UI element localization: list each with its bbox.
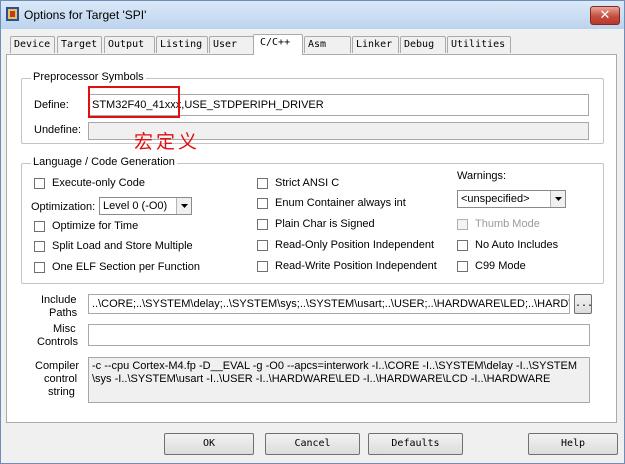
split-load-label: Split Load and Store Multiple bbox=[52, 240, 193, 252]
optimize-time-label: Optimize for Time bbox=[52, 220, 139, 232]
thumb-mode-checkbox[interactable] bbox=[457, 219, 468, 230]
include-paths-input[interactable]: ..\CORE;..\SYSTEM\delay;..\SYSTEM\sys;..… bbox=[88, 294, 570, 314]
rw-pi-label: Read-Write Position Independent bbox=[275, 260, 437, 272]
compiler-label-line1: Compiler bbox=[35, 360, 80, 372]
tab-debug[interactable]: Debug bbox=[400, 36, 446, 53]
misc-controls-input[interactable] bbox=[88, 324, 590, 346]
include-browse-button[interactable]: ... bbox=[574, 294, 593, 314]
no-auto-includes-label: No Auto Includes bbox=[475, 239, 559, 251]
strict-ansi-checkbox[interactable] bbox=[257, 178, 268, 189]
enum-container-label: Enum Container always int bbox=[275, 197, 406, 209]
execute-only-checkbox[interactable] bbox=[34, 178, 45, 189]
c-cpp-panel: Preprocessor Symbols Define: STM32F40_41… bbox=[6, 54, 617, 423]
enum-container-checkbox[interactable] bbox=[257, 198, 268, 209]
strict-ansi-label: Strict ANSI C bbox=[275, 177, 340, 189]
undefine-label: Undefine: bbox=[34, 124, 82, 136]
plain-char-label: Plain Char is Signed bbox=[275, 218, 375, 230]
title-bar[interactable]: Options for Target 'SPI' ✕ bbox=[1, 1, 624, 29]
warnings-label: Warnings: bbox=[457, 170, 507, 182]
chevron-down-icon bbox=[176, 198, 191, 214]
macro-definition-annotation: 宏定义 bbox=[134, 131, 201, 153]
optimize-time-checkbox[interactable] bbox=[34, 221, 45, 232]
tab-linker[interactable]: Linker bbox=[352, 36, 399, 53]
tab-strip: Device Target Output Listing User C/C++ … bbox=[1, 34, 624, 55]
language-legend: Language / Code Generation bbox=[31, 156, 177, 168]
ro-pi-label: Read-Only Position Independent bbox=[275, 239, 434, 251]
rw-pi-checkbox[interactable] bbox=[257, 261, 268, 272]
cancel-button[interactable]: Cancel bbox=[265, 433, 360, 455]
c99-mode-label: C99 Mode bbox=[475, 260, 526, 272]
ok-button[interactable]: OK bbox=[164, 433, 254, 455]
include-label-line1: Include bbox=[41, 294, 77, 306]
split-load-checkbox[interactable] bbox=[34, 241, 45, 252]
define-highlight-box bbox=[88, 86, 180, 118]
define-label: Define: bbox=[34, 99, 69, 111]
compiler-string-line1: -c --cpu Cortex-M4.fp -D__EVAL -g -O0 --… bbox=[92, 360, 578, 372]
compiler-string-line2: \sys -I..\SYSTEM\usart -I..\USER -I..\HA… bbox=[92, 373, 551, 385]
tab-device[interactable]: Device bbox=[10, 36, 55, 53]
defaults-button[interactable]: Defaults bbox=[368, 433, 463, 455]
warnings-value: <unspecified> bbox=[461, 193, 530, 205]
tab-utilities[interactable]: Utilities bbox=[447, 36, 511, 53]
warnings-select[interactable]: <unspecified> bbox=[457, 190, 566, 208]
compiler-label-line2: control bbox=[44, 373, 78, 385]
compiler-control-string[interactable]: -c --cpu Cortex-M4.fp -D__EVAL -g -O0 --… bbox=[88, 357, 590, 403]
misc-label-line1: Misc bbox=[53, 323, 76, 335]
tab-user[interactable]: User bbox=[209, 36, 254, 53]
one-elf-checkbox[interactable] bbox=[34, 262, 45, 273]
optimization-label: Optimization: bbox=[31, 201, 96, 213]
one-elf-label: One ELF Section per Function bbox=[52, 261, 200, 273]
misc-label-line2: Controls bbox=[37, 336, 78, 348]
compiler-label-line3: string bbox=[48, 386, 75, 398]
tab-asm[interactable]: Asm bbox=[304, 36, 351, 53]
optimization-value: Level 0 (-O0) bbox=[103, 200, 168, 212]
execute-only-label: Execute-only Code bbox=[52, 177, 145, 189]
plain-char-checkbox[interactable] bbox=[257, 219, 268, 230]
thumb-mode-label: Thumb Mode bbox=[475, 218, 540, 230]
tab-listing[interactable]: Listing bbox=[156, 36, 208, 53]
tab-output[interactable]: Output bbox=[104, 36, 155, 53]
optimization-select[interactable]: Level 0 (-O0) bbox=[99, 197, 192, 215]
ro-pi-checkbox[interactable] bbox=[257, 240, 268, 251]
keil-app-icon bbox=[6, 7, 19, 21]
tab-target[interactable]: Target bbox=[57, 36, 102, 53]
window-title: Options for Target 'SPI' bbox=[24, 8, 147, 22]
no-auto-includes-checkbox[interactable] bbox=[457, 240, 468, 251]
include-label-line2: Paths bbox=[49, 307, 78, 319]
options-dialog: Options for Target 'SPI' ✕ Device Target… bbox=[0, 0, 625, 464]
tab-c-cpp[interactable]: C/C++ bbox=[253, 34, 303, 55]
chevron-down-icon bbox=[550, 191, 565, 207]
preprocessor-legend: Preprocessor Symbols bbox=[31, 71, 146, 83]
close-button[interactable]: ✕ bbox=[590, 6, 620, 25]
help-button[interactable]: Help bbox=[528, 433, 618, 455]
c99-mode-checkbox[interactable] bbox=[457, 261, 468, 272]
